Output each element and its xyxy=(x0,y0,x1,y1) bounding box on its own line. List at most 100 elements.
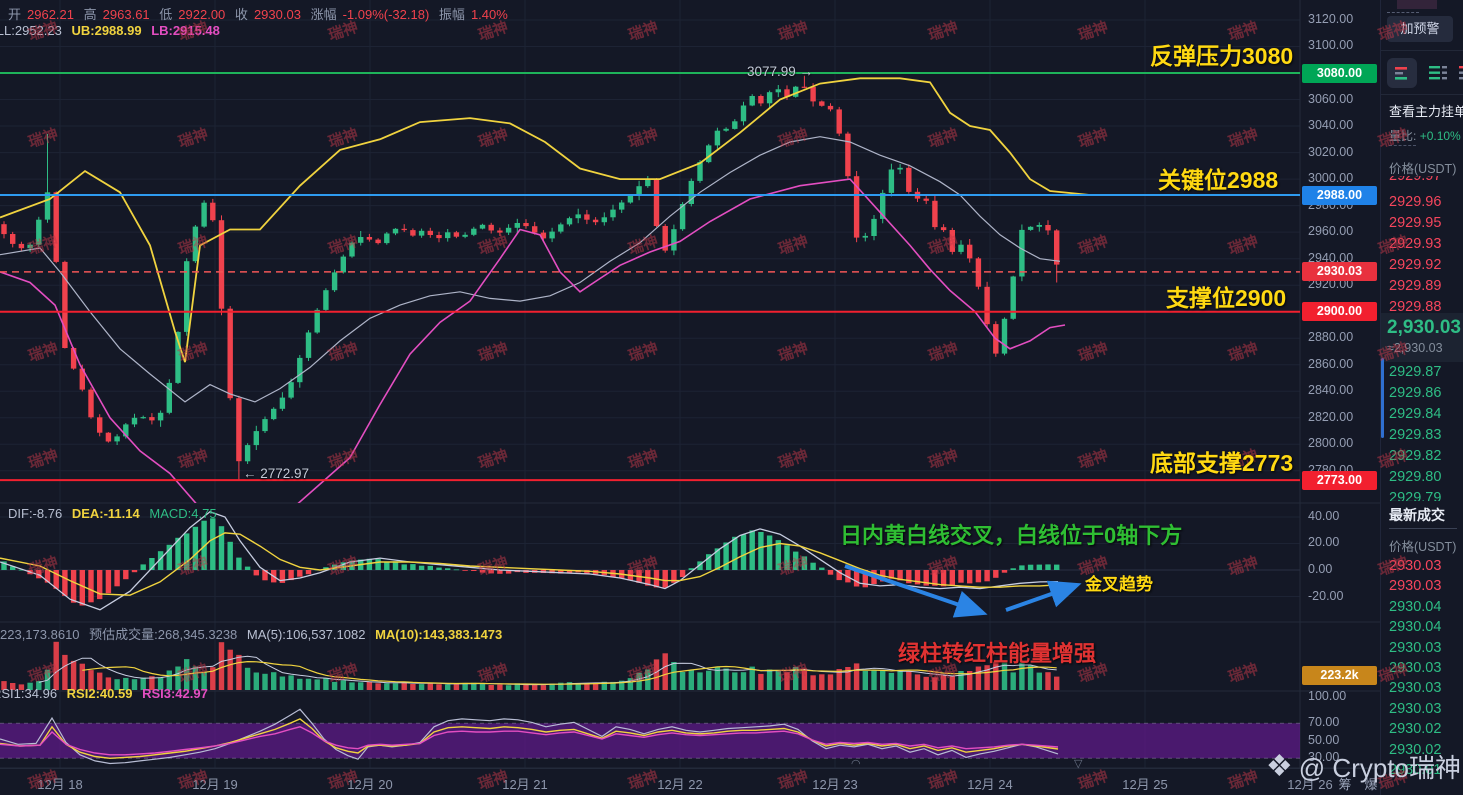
last-price-block[interactable]: 2,930.03 ≈2,930.03 xyxy=(1381,313,1463,362)
trade-row[interactable]: 2930.03 xyxy=(1389,640,1441,656)
chart-annotation: 支撑位2900 xyxy=(1166,285,1287,311)
macd-tick: 20.00 xyxy=(1308,535,1340,549)
trade-row[interactable]: 2930.03 xyxy=(1389,660,1441,676)
boll-lb-value: LB:2915.48 xyxy=(151,23,220,38)
price-tick: 2880.00 xyxy=(1308,330,1354,344)
price-axis[interactable]: 3120.00 3100.00 3060.00 3040.00 3020.00 3000.… xyxy=(1300,0,1380,768)
clipped-top-dashes xyxy=(1387,12,1419,13)
time-axis-label: 12月 18 xyxy=(37,777,83,792)
clipped-top-widget xyxy=(1397,0,1437,9)
close-label: 收 xyxy=(234,7,248,22)
chart-annotation: 关键位2988 xyxy=(1158,167,1279,193)
chart-annotation: 底部支撑2773 xyxy=(1150,450,1294,476)
bid-row[interactable]: 2929.80 xyxy=(1389,469,1441,485)
last-price-fiat: ≈2,930.03 xyxy=(1387,341,1443,355)
boll-indicator-row: BOLL:2952.23 UB:2988.99 LB:2915.48 xyxy=(0,23,226,38)
price-tick: 3000.00 xyxy=(1308,171,1354,185)
orderbook-panel: 加预警 查看主力挂单情 量比: +0.10% 价格(USDT) 2929.97 … xyxy=(1380,0,1463,795)
level-price-label: 2930.03 xyxy=(1302,262,1377,281)
trade-row[interactable]: 2930.03 xyxy=(1389,680,1441,696)
volume-ma5-value: MA(5):106,537.1082 xyxy=(246,627,366,642)
ask-row[interactable]: 2929.96 xyxy=(1389,194,1441,210)
chart-event-icon[interactable]: ◠ xyxy=(851,757,861,770)
boll-ub-value: UB:2988.99 xyxy=(71,23,142,38)
last-price: 2,930.03 xyxy=(1387,317,1461,338)
macd-value: MACD:4.75 xyxy=(149,506,217,521)
open-value: 2962.21 xyxy=(27,7,75,22)
trades-price-header: 价格(USDT) xyxy=(1389,540,1457,554)
divider xyxy=(1381,50,1463,51)
trade-row[interactable]: 2930.03 xyxy=(1389,701,1441,717)
volume-value: 223,173.8610 xyxy=(0,627,80,642)
rsi-indicator-row: RSI1:34.96 RSI2:40.59 RSI3:42.97 xyxy=(0,686,214,701)
trade-row[interactable]: 2930.04 xyxy=(1389,599,1441,615)
ask-row[interactable]: 2929.95 xyxy=(1389,215,1441,231)
trading-terminal: 开 2962.21 高 2963.61 低 2922.00 收 2930.03 涨幅 -1… xyxy=(0,0,1463,795)
trade-row[interactable]: 2930.03 xyxy=(1389,578,1441,594)
ask-row[interactable]: 2929.93 xyxy=(1389,236,1441,252)
volume-indicator-row: 223,173.8610 预估成交量:268,345.3238 MA(5):10… xyxy=(0,624,508,643)
price-tick: 2860.00 xyxy=(1308,357,1354,371)
price-tick: 3020.00 xyxy=(1308,145,1354,159)
rsi2-value: RSI2:40.59 xyxy=(66,686,133,701)
rsi1-value: RSI1:34.96 xyxy=(0,686,58,701)
latest-trades-header: 最新成交 xyxy=(1389,507,1445,523)
orderbook-mode-asks-icon[interactable] xyxy=(1457,58,1463,88)
time-axis-label: 12月 22 xyxy=(657,777,703,792)
time-axis-label: 12月 24 xyxy=(967,777,1013,792)
divider xyxy=(1381,94,1463,95)
bid-row[interactable]: 2929.87 xyxy=(1389,364,1441,380)
time-axis[interactable]: 12月 18 12月 19 12月 20 12月 21 12月 22 12月 23 12月 … xyxy=(0,768,1463,795)
price-tick: 2800.00 xyxy=(1308,436,1354,450)
trade-row[interactable]: 2930.02 xyxy=(1389,721,1441,737)
volume-ratio-label: 量比: xyxy=(1389,129,1417,146)
binance-logo-icon: ❖ xyxy=(1265,749,1293,783)
add-alert-button[interactable]: 加预警 xyxy=(1387,16,1453,42)
rsi-tick: 70.00 xyxy=(1308,715,1340,729)
price-extreme-marker: ← 2772.97 xyxy=(243,466,310,481)
macd-indicator-row: DIF:-8.76 DEA:-11.14 MACD:4.75 xyxy=(8,506,223,521)
bid-row[interactable]: 2929.82 xyxy=(1389,448,1441,464)
ask-row-partial[interactable]: 2929.97 xyxy=(1389,176,1441,188)
price-tick: 3040.00 xyxy=(1308,118,1354,132)
chart-annotation: 反弹压力3080 xyxy=(1150,43,1294,69)
divider xyxy=(1389,528,1457,529)
bid-row[interactable]: 2929.83 xyxy=(1389,427,1441,443)
time-axis-label: 12月 23 xyxy=(812,777,858,792)
ohlc-bar: 开 2962.21 高 2963.61 低 2922.00 收 2930.03 涨幅 -1… xyxy=(8,4,514,23)
price-tick: 3120.00 xyxy=(1308,12,1354,26)
bid-row[interactable]: 2929.86 xyxy=(1389,385,1441,401)
level-price-label: 2900.00 xyxy=(1302,302,1377,321)
low-value: 2922.00 xyxy=(178,7,226,22)
chart-annotation: 金叉趋势 xyxy=(1085,575,1153,594)
amplitude-value: 1.40% xyxy=(470,7,508,22)
high-value: 2963.61 xyxy=(102,7,150,22)
rsi-tick: 100.00 xyxy=(1308,689,1347,703)
volume-ma10-value: MA(10):143,383.1473 xyxy=(375,627,503,642)
chart-annotation: 绿柱转红柱能量增强 xyxy=(898,641,1097,666)
orderbook-mode-both-icon[interactable] xyxy=(1387,58,1417,88)
high-label: 高 xyxy=(83,7,97,22)
chart-caret-icon[interactable]: ▽ xyxy=(1074,757,1082,770)
volume-ratio-row: 量比: +0.10% xyxy=(1389,127,1461,146)
price-tick: 3100.00 xyxy=(1308,38,1354,52)
est-volume-value: 预估成交量:268,345.3238 xyxy=(89,627,238,642)
orderbook-scrollbar[interactable] xyxy=(1381,358,1384,438)
trade-row[interactable]: 2930.04 xyxy=(1389,619,1441,635)
boll-value: BOLL:2952.23 xyxy=(0,23,62,38)
time-axis-label: 12月 19 xyxy=(192,777,238,792)
ask-row[interactable]: 2929.89 xyxy=(1389,278,1441,294)
price-tick: 2840.00 xyxy=(1308,383,1354,397)
channel-name: @ Crypto瑞神 xyxy=(1298,753,1461,783)
orderbook-mode-list-icon[interactable] xyxy=(1423,58,1453,88)
dif-value: DIF:-8.76 xyxy=(8,506,63,521)
trade-row[interactable]: 2930.03 xyxy=(1389,558,1441,574)
bid-row-partial[interactable]: 2929.79 xyxy=(1389,490,1441,501)
ask-row[interactable]: 2929.92 xyxy=(1389,257,1441,273)
price-chart-svg[interactable] xyxy=(0,0,1380,795)
rsi3-value: RSI3:42.97 xyxy=(142,686,208,701)
price-extreme-marker: 3077.99 → xyxy=(747,64,814,79)
bid-row[interactable]: 2929.84 xyxy=(1389,406,1441,422)
main-orders-link[interactable]: 查看主力挂单情 xyxy=(1389,101,1463,120)
change-value: -1.09%(-32.18) xyxy=(342,7,430,22)
